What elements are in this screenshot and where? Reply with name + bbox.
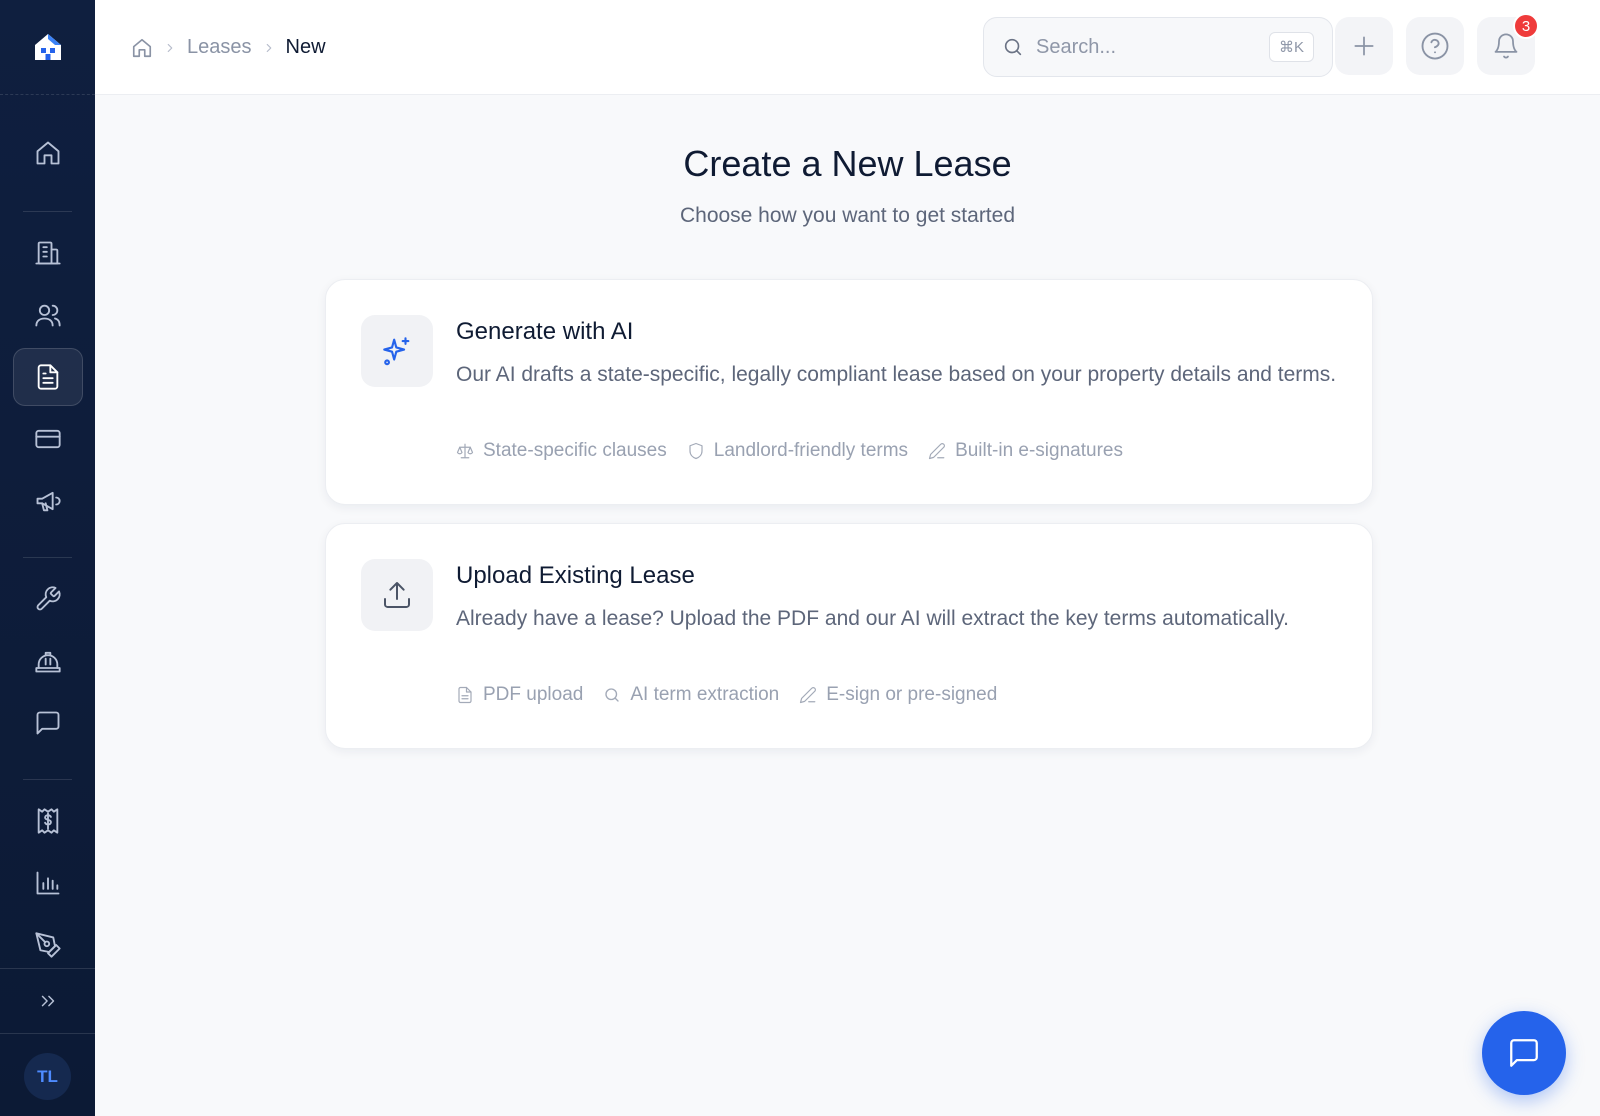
page-title: Create a New Lease <box>683 143 1012 184</box>
sidebar-item-esign[interactable] <box>13 916 83 974</box>
card-title: Generate with AI <box>456 318 634 345</box>
card-description: Already have a lease? Upload the PDF and… <box>456 607 1290 630</box>
sidebar-item-marketing[interactable] <box>13 472 83 530</box>
sidebar-item-maintenance[interactable] <box>13 570 83 628</box>
sidebar-item-accounting[interactable] <box>13 792 83 850</box>
file-icon <box>458 686 472 704</box>
breadcrumb: Leases New <box>131 0 326 95</box>
shield-icon <box>689 442 703 460</box>
sidebar-item-payments[interactable] <box>13 410 83 468</box>
scale-icon <box>456 443 474 459</box>
feature-item: Built-in e-signatures <box>928 440 1123 462</box>
feature-label: PDF upload <box>483 684 584 705</box>
feature-label: State-specific clauses <box>483 440 667 461</box>
sidebar-divider <box>23 557 72 558</box>
feature-item: Landlord-friendly terms <box>687 440 908 462</box>
breadcrumb-current: New <box>285 36 326 58</box>
pen-icon <box>800 687 817 704</box>
notifications-button[interactable]: 3 <box>1477 13 1539 75</box>
card-description: Our AI drafts a state-specific, legally … <box>456 363 1337 386</box>
feature-label: E-sign or pre-signed <box>826 684 998 705</box>
card-icon-container <box>361 559 433 631</box>
sidebar-item-tenants[interactable] <box>13 286 83 344</box>
sidebar-item-messages[interactable] <box>13 694 83 752</box>
feature-item: AI term extraction <box>603 684 779 706</box>
bell-icon <box>1494 33 1518 59</box>
search-placeholder: Search... <box>1036 35 1117 58</box>
chat-support-button[interactable] <box>1482 1011 1566 1095</box>
plus-icon <box>1354 36 1374 56</box>
user-avatar[interactable]: TL <box>24 1053 71 1100</box>
sidebar-item-leases[interactable] <box>13 348 83 406</box>
search-shortcut-badge: ⌘K <box>1268 32 1314 62</box>
message-icon <box>36 711 60 735</box>
help-button[interactable] <box>1406 17 1464 75</box>
sidebar-item-properties[interactable] <box>13 224 83 282</box>
hard-hat-icon <box>35 651 61 673</box>
chevron-right-icon <box>163 41 177 55</box>
chat-icon <box>1510 1039 1538 1067</box>
home-icon <box>36 141 60 165</box>
sidebar-divider <box>0 968 95 969</box>
building-icon <box>35 241 61 265</box>
feature-list: PDF upload AI term extraction E-sign or … <box>456 684 1017 706</box>
chevrons-right-icon <box>41 995 55 1007</box>
users-icon <box>35 304 61 327</box>
sidebar-item-reports[interactable] <box>13 854 83 912</box>
upload-icon <box>384 582 410 608</box>
upload-existing-lease-card[interactable]: Upload Existing Lease Already have a lea… <box>325 523 1373 749</box>
search-icon <box>1004 38 1022 56</box>
sidebar-item-vendors[interactable] <box>13 632 83 690</box>
pen-tool-icon <box>35 932 61 958</box>
pen-icon <box>928 443 945 460</box>
breadcrumb-leases[interactable]: Leases <box>187 36 252 59</box>
sidebar-divider <box>23 779 72 780</box>
notification-count-badge: 3 <box>1513 13 1539 39</box>
search-input[interactable]: Search... ⌘K <box>983 17 1333 77</box>
card-title: Upload Existing Lease <box>456 562 695 589</box>
feature-item: State-specific clauses <box>456 440 667 462</box>
bar-chart-icon <box>36 871 60 895</box>
page-subtitle: Choose how you want to get started <box>679 204 1016 227</box>
document-icon <box>37 364 59 390</box>
feature-item: E-sign or pre-signed <box>799 684 997 706</box>
chevron-right-icon <box>262 41 276 55</box>
sidebar-expand-button[interactable] <box>13 972 83 1030</box>
sparkles-icon <box>383 337 410 366</box>
sidebar-item-home[interactable] <box>13 124 83 182</box>
add-button[interactable] <box>1335 17 1393 75</box>
help-circle-icon <box>1421 32 1449 60</box>
megaphone-icon <box>36 491 61 512</box>
feature-label: AI term extraction <box>630 684 780 705</box>
house-logo-icon <box>34 34 61 60</box>
sidebar-divider <box>0 1033 95 1034</box>
home-icon <box>132 38 152 57</box>
feature-label: Landlord-friendly terms <box>713 440 909 461</box>
sidebar: TL <box>0 0 95 1116</box>
receipt-icon <box>37 808 59 834</box>
sidebar-divider <box>23 211 72 212</box>
generate-with-ai-card[interactable]: Generate with AI Our AI drafts a state-s… <box>325 279 1373 505</box>
card-icon-container <box>361 315 433 387</box>
top-bar: Leases New Search... ⌘K 3 <box>95 0 1600 95</box>
feature-list: State-specific clauses Landlord-friendly… <box>456 440 1143 462</box>
app-logo[interactable] <box>0 0 95 95</box>
feature-label: Built-in e-signatures <box>955 440 1123 461</box>
search-icon <box>605 688 620 702</box>
breadcrumb-home[interactable] <box>131 37 153 59</box>
feature-item: PDF upload <box>456 684 583 706</box>
wrench-icon <box>36 586 61 611</box>
credit-card-icon <box>35 429 61 449</box>
